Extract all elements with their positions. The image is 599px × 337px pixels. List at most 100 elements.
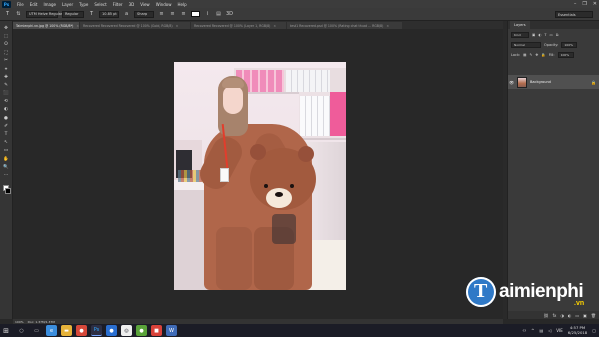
align-right-icon[interactable]: ≡ <box>180 11 187 18</box>
opacity-input[interactable]: 100% <box>561 42 578 48</box>
adjustment-layer-icon[interactable]: ◐ <box>568 313 572 318</box>
tab-layers[interactable]: Layers <box>510 21 530 29</box>
new-layer-icon[interactable]: ▣ <box>583 313 587 318</box>
link-layers-icon[interactable]: ⛓ <box>544 313 549 318</box>
network-icon[interactable]: ▤ <box>539 328 543 333</box>
more-tools-icon[interactable]: ⋯ <box>3 172 10 178</box>
text-orientation-icon[interactable]: ⇅ <box>15 11 22 18</box>
filter-shape-icon[interactable]: ▭ <box>550 33 553 37</box>
lock-pixels-icon[interactable]: ▦ <box>523 53 526 57</box>
menu-edit[interactable]: Edit <box>30 2 38 7</box>
app-red-2-icon[interactable]: ■ <box>151 325 162 336</box>
filter-kind-select[interactable]: Kind <box>511 32 529 38</box>
menu-window[interactable]: Window <box>156 2 172 7</box>
filter-adjust-icon[interactable]: ◐ <box>538 33 541 37</box>
menu-file[interactable]: File <box>17 2 24 7</box>
hand-tool-icon[interactable]: ✋ <box>3 156 10 162</box>
gradient-tool-icon[interactable]: ● <box>3 115 10 121</box>
menu-type[interactable]: Type <box>79 2 88 7</box>
windows-start-icon[interactable]: ⊞ <box>0 324 12 337</box>
history-brush-tool-icon[interactable]: ⟲ <box>3 99 10 105</box>
search-icon[interactable]: ○ <box>16 325 27 336</box>
layer-row-background[interactable]: 👁 Background 🔒 <box>508 75 599 89</box>
edge-browser-icon[interactable]: e <box>46 325 57 336</box>
volume-icon[interactable]: ◁ <box>548 328 551 333</box>
type-tool-icon[interactable]: T <box>3 131 10 137</box>
filter-smart-icon[interactable]: ⧉ <box>556 33 559 37</box>
filter-pixel-icon[interactable]: ▣ <box>532 33 535 37</box>
document-canvas-photo[interactable] <box>174 62 346 290</box>
text-color-swatch[interactable] <box>191 11 200 17</box>
close-icon[interactable]: × <box>76 24 79 28</box>
font-style-select[interactable]: Regular <box>62 10 84 18</box>
quick-select-tool-icon[interactable]: ⛶ <box>3 50 10 56</box>
workspace-select[interactable]: Essentials <box>555 11 593 18</box>
align-center-icon[interactable]: ≡ <box>169 11 176 18</box>
character-panel-icon[interactable]: ▤ <box>215 11 222 18</box>
menu-view[interactable]: View <box>140 2 150 7</box>
task-view-icon[interactable]: ▭ <box>31 325 42 336</box>
path-selection-tool-icon[interactable]: ↖ <box>3 140 10 146</box>
close-icon[interactable]: × <box>176 24 179 28</box>
align-left-icon[interactable]: ≡ <box>158 11 165 18</box>
font-family-select[interactable]: UTM Helve Regular <box>26 10 62 18</box>
layer-style-icon[interactable]: fx <box>553 313 557 318</box>
menu-layer[interactable]: Layer <box>62 2 73 7</box>
rectangle-tool-icon[interactable]: ▭ <box>3 148 10 154</box>
layer-mask-icon[interactable]: ◑ <box>560 313 564 318</box>
background-color-swatch[interactable] <box>5 187 11 194</box>
menu-image[interactable]: Image <box>43 2 56 7</box>
3d-icon[interactable]: 3D <box>226 11 233 18</box>
photoshop-task-icon[interactable]: Ps <box>91 325 102 336</box>
eraser-tool-icon[interactable]: ◐ <box>3 107 10 113</box>
file-explorer-icon[interactable]: ▬ <box>61 325 72 336</box>
close-icon[interactable]: × <box>273 24 276 28</box>
zoom-level[interactable]: 100% <box>15 320 24 324</box>
clock[interactable]: 4:57 PM 6/25/2018 <box>568 325 587 335</box>
zoom-tool-icon[interactable]: 🔍 <box>3 164 10 170</box>
lock-paint-icon[interactable]: ✎ <box>529 53 532 57</box>
app-blue-icon[interactable]: ● <box>106 325 117 336</box>
close-icon[interactable]: × <box>386 24 389 28</box>
lock-all-icon[interactable]: 🔒 <box>541 53 545 57</box>
tray-people-icon[interactable]: ⚇ <box>522 328 526 333</box>
layer-name[interactable]: Background <box>530 80 551 84</box>
healing-brush-tool-icon[interactable]: ✚ <box>3 74 10 80</box>
visibility-eye-icon[interactable]: 👁 <box>508 80 515 85</box>
lock-position-icon[interactable]: ✥ <box>535 53 538 57</box>
crop-tool-icon[interactable]: ✂ <box>3 58 10 64</box>
clone-stamp-tool-icon[interactable]: ⬛ <box>3 91 10 97</box>
filter-type-icon[interactable]: T <box>544 33 546 37</box>
font-size-select[interactable]: 10.85 pt <box>99 10 119 18</box>
blend-mode-select[interactable]: Normal <box>511 42 541 48</box>
tab-document-1[interactable]: Taimienphi.vn.jpg @ 100% (RGB/8*) × <box>13 22 79 29</box>
app-green-icon[interactable]: ● <box>136 325 147 336</box>
chrome-icon[interactable]: ◎ <box>121 325 132 336</box>
notifications-icon[interactable]: ▢ <box>592 328 596 333</box>
antialias-select[interactable]: Sharp <box>134 10 154 18</box>
menu-help[interactable]: Help <box>177 2 186 7</box>
new-group-icon[interactable]: ▭ <box>575 313 579 318</box>
tab-document-2[interactable]: Recovered Recovered Recovered @ 100% (Go… <box>80 22 190 29</box>
marquee-tool-icon[interactable]: ⬚ <box>3 33 10 39</box>
eyedropper-tool-icon[interactable]: ⌖ <box>3 66 10 72</box>
lasso-tool-icon[interactable]: ʘ <box>3 41 10 47</box>
type-tool-icon[interactable]: T <box>4 11 11 18</box>
restore-button[interactable]: ❐ <box>582 1 586 7</box>
pen-tool-icon[interactable]: ✐ <box>3 123 10 129</box>
tray-chevron-icon[interactable]: ^ <box>531 328 534 333</box>
minimize-button[interactable]: – <box>574 1 577 7</box>
menu-3d[interactable]: 3D <box>129 2 135 7</box>
app-red-icon[interactable]: ● <box>76 325 87 336</box>
delete-layer-icon[interactable]: 🗑 <box>591 313 596 318</box>
close-button[interactable]: ✕ <box>593 1 597 7</box>
menu-filter[interactable]: Filter <box>113 2 123 7</box>
menu-select[interactable]: Select <box>94 2 106 7</box>
warp-text-icon[interactable]: ⌇ <box>204 11 211 18</box>
fill-input[interactable]: 100% <box>557 52 574 58</box>
app-blue-2-icon[interactable]: W <box>166 325 177 336</box>
brush-tool-icon[interactable]: ✎ <box>3 82 10 88</box>
move-tool-icon[interactable]: ✥ <box>3 25 10 31</box>
language-indicator[interactable]: VIE <box>556 328 562 333</box>
tab-document-3[interactable]: Recovered Recovered @ 100% (Layer 1, RGB… <box>191 22 286 29</box>
